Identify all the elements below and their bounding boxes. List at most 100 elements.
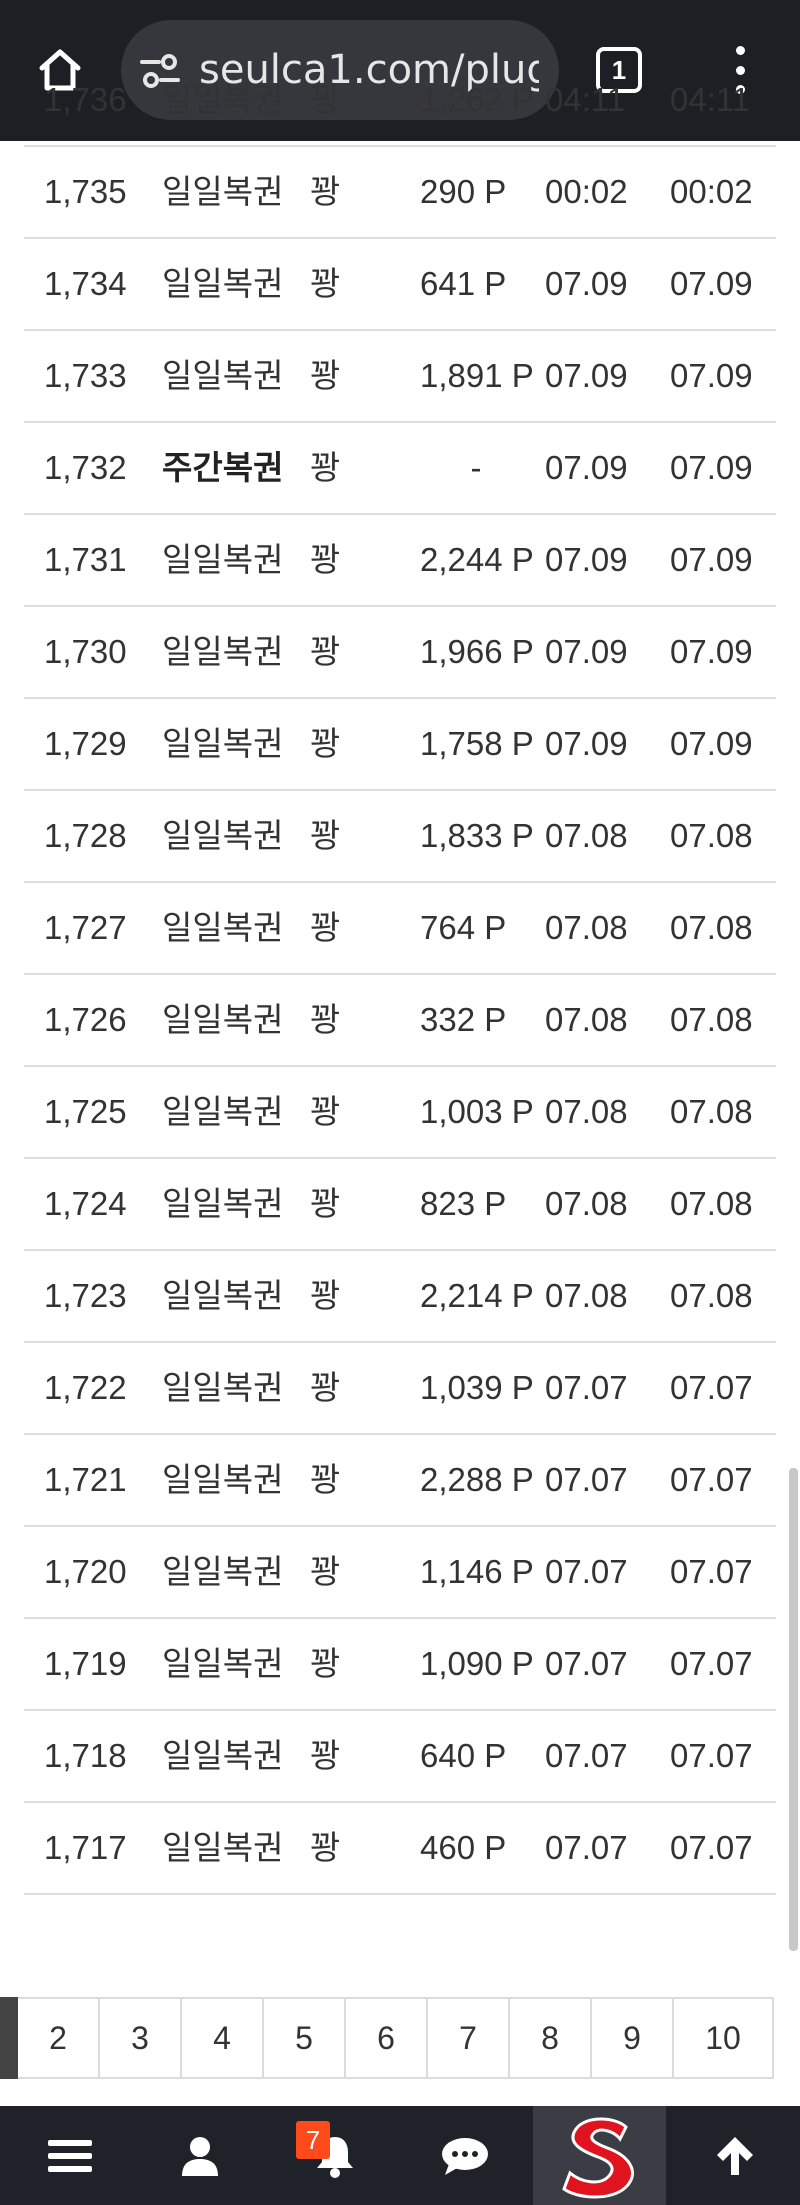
- checked-date: 07.08: [670, 1001, 753, 1038]
- lottery-type: 일일복권: [162, 633, 284, 670]
- table-row: 1,730 일일복권 꽝 1,966 P 07.09 07.09: [24, 607, 776, 699]
- page-link[interactable]: 8: [510, 1999, 592, 2077]
- checked-date: 07.09: [670, 357, 753, 394]
- lottery-type: 일일복권: [162, 1185, 284, 1222]
- lottery-result: 꽝: [310, 1093, 341, 1130]
- lottery-point: 1,146 P: [420, 1553, 534, 1590]
- checked-date: 07.08: [670, 1185, 753, 1222]
- row-number: 1,723: [44, 1277, 127, 1314]
- lottery-type: 주간복권: [162, 449, 284, 486]
- lottery-point: -: [470, 449, 482, 486]
- page-link[interactable]: 3: [100, 1999, 182, 2077]
- row-number: 1,729: [44, 725, 127, 762]
- page-link[interactable]: 10: [674, 1999, 774, 2077]
- row-number: 1,718: [44, 1737, 127, 1774]
- page-link[interactable]: 5: [264, 1999, 346, 2077]
- row-number: 1,733: [44, 357, 127, 394]
- lottery-point: 2,244 P: [420, 541, 534, 578]
- lottery-result: 꽝: [310, 449, 341, 486]
- checked-date: 07.09: [670, 725, 753, 762]
- user-button[interactable]: [160, 2106, 240, 2205]
- table-row: 1,735 일일복권 꽝 290 P 00:02 00:02: [24, 147, 776, 239]
- page-link[interactable]: 2: [18, 1999, 100, 2077]
- page-link[interactable]: 9: [592, 1999, 674, 2077]
- lottery-point: 460 P: [420, 1829, 507, 1866]
- checked-date: 07.09: [670, 633, 753, 670]
- scrollbar-thumb[interactable]: [789, 1468, 798, 1951]
- issued-date: 07.08: [545, 1001, 628, 1038]
- lottery-point: 1,758 P: [420, 725, 534, 762]
- row-number: 1,734: [44, 265, 127, 302]
- lottery-point: 1,090 P: [420, 1645, 534, 1682]
- lottery-point: 1,891 P: [420, 357, 534, 394]
- issued-date: 07.09: [545, 725, 628, 762]
- table-row: 1,734 일일복권 꽝 641 P 07.09 07.09: [24, 239, 776, 331]
- issued-date: 07.07: [545, 1553, 628, 1590]
- lottery-type: 일일복권: [162, 1277, 284, 1314]
- row-number: 1,726: [44, 1001, 127, 1038]
- checked-date: 07.08: [670, 817, 753, 854]
- row-number: 1,725: [44, 1093, 127, 1130]
- row-number: 1,731: [44, 541, 127, 578]
- lottery-point: 764 P: [420, 909, 507, 946]
- lottery-result: 꽝: [310, 909, 341, 946]
- checked-date: 07.08: [670, 1277, 753, 1314]
- table-row: 1,718 일일복권 꽝 640 P 07.07 07.07: [24, 1711, 776, 1803]
- lottery-result: 꽝: [310, 633, 341, 670]
- lottery-type: 일일복권: [162, 1737, 284, 1774]
- issued-date: 07.09: [545, 541, 628, 578]
- lottery-type: 일일복권: [162, 909, 284, 946]
- issued-date: 00:02: [545, 173, 628, 210]
- lottery-type: 일일복권: [162, 1001, 284, 1038]
- table-row: 1,721 일일복권 꽝 2,288 P 07.07 07.07: [24, 1435, 776, 1527]
- lottery-point: 1,262 P: [420, 81, 534, 118]
- chat-button[interactable]: [425, 2106, 505, 2205]
- lottery-point: 290 P: [420, 173, 507, 210]
- lottery-result: 꽝: [310, 173, 341, 210]
- lottery-point: 1,039 P: [420, 1369, 534, 1406]
- lottery-result: 꽝: [310, 1553, 341, 1590]
- lottery-type: 일일복권: [162, 1829, 284, 1866]
- checked-date: 07.09: [670, 449, 753, 486]
- table-row: 1,732 주간복권 꽝 - 07.09 07.09: [24, 423, 776, 515]
- lottery-result: 꽝: [310, 817, 341, 854]
- row-number: 1,728: [44, 817, 127, 854]
- lottery-type: 일일복권: [162, 265, 284, 302]
- scroll-top-button[interactable]: [700, 2106, 770, 2205]
- lottery-result: 꽝: [310, 265, 341, 302]
- checked-date: 07.07: [670, 1553, 753, 1590]
- pagination-current-marker: [0, 1997, 18, 2079]
- checked-date: 07.07: [670, 1645, 753, 1682]
- menu-button[interactable]: [30, 2106, 110, 2205]
- table-row: 1,731 일일복권 꽝 2,244 P 07.09 07.09: [24, 515, 776, 607]
- table-row: 1,717 일일복권 꽝 460 P 07.07 07.07: [24, 1803, 776, 1895]
- lottery-result: 꽝: [310, 725, 341, 762]
- lottery-point: 1,966 P: [420, 633, 534, 670]
- row-number: 1,717: [44, 1829, 127, 1866]
- lottery-type: 일일복권: [162, 357, 284, 394]
- site-logo-button[interactable]: [533, 2106, 666, 2205]
- checked-date: 07.07: [670, 1461, 753, 1498]
- issued-date: 07.08: [545, 1277, 628, 1314]
- issued-date: 07.08: [545, 1093, 628, 1130]
- lottery-result: 꽝: [310, 1277, 341, 1314]
- row-number: 1,736: [44, 81, 127, 118]
- row-number: 1,719: [44, 1645, 127, 1682]
- lottery-result: 꽝: [310, 1369, 341, 1406]
- arrow-up-icon: [717, 2136, 753, 2175]
- page-link[interactable]: 4: [182, 1999, 264, 2077]
- issued-date: 07.07: [545, 1829, 628, 1866]
- more-dot-icon: [735, 46, 745, 55]
- row-number: 1,724: [44, 1185, 127, 1222]
- page-link[interactable]: 6: [346, 1999, 428, 2077]
- table-row: 1,728 일일복권 꽝 1,833 P 07.08 07.08: [24, 791, 776, 883]
- lottery-type: 일일복권: [162, 725, 284, 762]
- lottery-type: 일일복권: [162, 1369, 284, 1406]
- chat-icon: [442, 2137, 488, 2175]
- lottery-type: 일일복권: [162, 1553, 284, 1590]
- row-number: 1,720: [44, 1553, 127, 1590]
- checked-date: 04:11: [670, 81, 751, 118]
- row-number: 1,721: [44, 1461, 127, 1498]
- page-link[interactable]: 7: [428, 1999, 510, 2077]
- checked-date: 07.07: [670, 1369, 753, 1406]
